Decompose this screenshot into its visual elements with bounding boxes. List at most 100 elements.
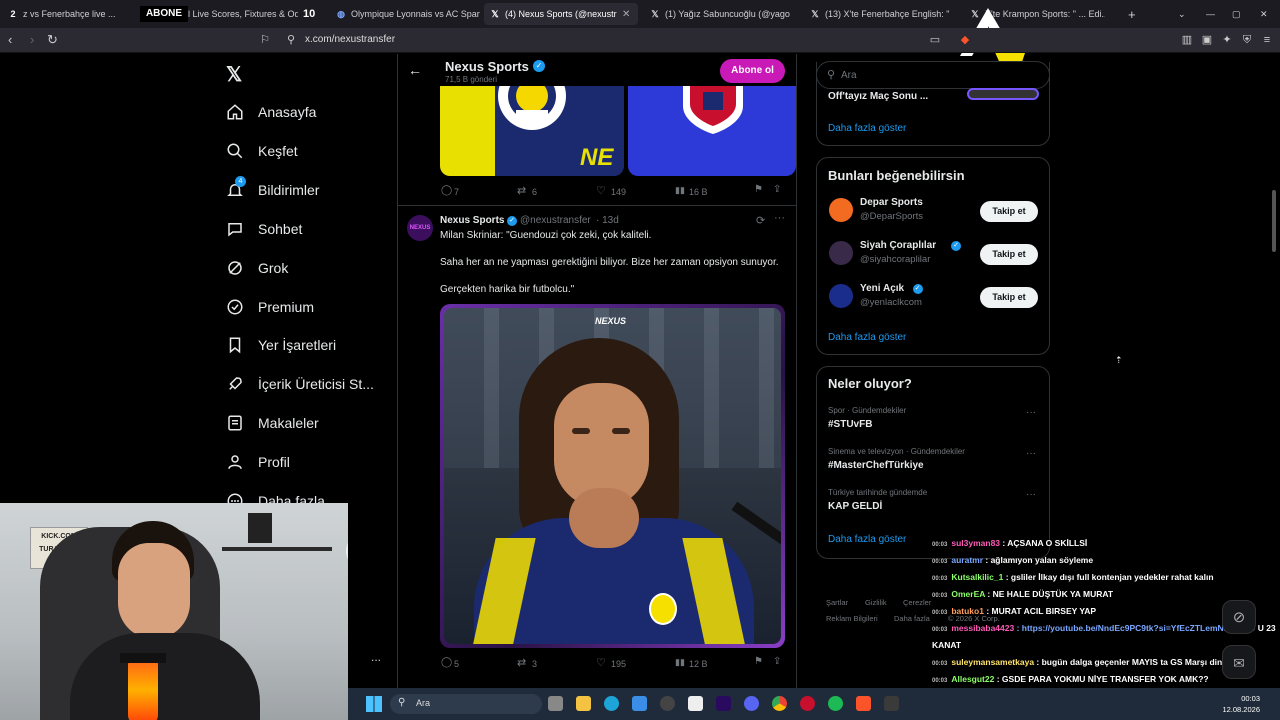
- views-icon[interactable]: ▮▮: [675, 657, 685, 668]
- capcut-icon[interactable]: [688, 696, 703, 711]
- chat-username[interactable]: OmerEA: [951, 589, 985, 599]
- author-avatar[interactable]: NEXUS: [407, 215, 433, 241]
- reload-icon[interactable]: ↻: [47, 32, 58, 48]
- bookmark-icon[interactable]: ⚑: [754, 656, 763, 667]
- new-tab-button[interactable]: +: [1122, 3, 1140, 25]
- suggestion-avatar[interactable]: [829, 241, 853, 265]
- footer-link[interactable]: Şartlar: [826, 598, 848, 607]
- back-icon[interactable]: ‹: [8, 32, 12, 47]
- close-window-icon[interactable]: ✕: [1254, 3, 1270, 25]
- chat-username[interactable]: suleymansametkaya: [951, 657, 1034, 667]
- sidebar-more-dots[interactable]: ...: [371, 650, 381, 664]
- sidebar-item-bell[interactable]: 4 Bildirimler: [226, 175, 319, 204]
- vpn-icon[interactable]: ⛨: [1240, 33, 1254, 47]
- trend-more-icon[interactable]: ···: [1026, 407, 1036, 418]
- site-info-icon[interactable]: ⚲: [284, 33, 298, 47]
- follow-button[interactable]: Takip et: [980, 244, 1038, 265]
- tweet-author-handle[interactable]: @nexustransfer: [520, 215, 591, 226]
- sidebar-item-rocket[interactable]: İçerik Üreticisi St...: [226, 370, 374, 398]
- sidebar-item-chat[interactable]: Sohbet: [226, 215, 302, 243]
- sidebar-item-home[interactable]: Anasayfa: [226, 98, 316, 126]
- taskbar-date[interactable]: 12.08.2026: [1200, 705, 1260, 714]
- close-tab-icon[interactable]: ✕: [622, 9, 630, 20]
- sidebar-item-article[interactable]: Makaleler: [226, 409, 319, 437]
- discord-icon[interactable]: [744, 696, 759, 711]
- bookmark-icon[interactable]: ⚑: [754, 184, 763, 195]
- like-icon[interactable]: ♡: [596, 184, 606, 197]
- sidebar-item-search[interactable]: Keşfet: [226, 137, 298, 165]
- tab-list-icon[interactable]: ⌄: [1172, 3, 1188, 25]
- task-view-icon[interactable]: [548, 696, 563, 711]
- share-icon[interactable]: ⇪: [773, 656, 781, 667]
- like-icon[interactable]: ♡: [596, 656, 606, 669]
- chrome-icon[interactable]: [772, 696, 787, 711]
- show-more-link[interactable]: Daha fazla göster: [828, 534, 906, 545]
- sidebar-toggle-icon[interactable]: ▥: [1180, 33, 1194, 47]
- sidebar-item-grok[interactable]: Grok: [226, 254, 288, 282]
- x-chat-float-icon[interactable]: ✉: [1222, 645, 1256, 679]
- browser-tab-active[interactable]: 𝕏 (4) Nexus Sports (@nexustransf... ✕: [484, 3, 638, 25]
- taskbar-search[interactable]: ⚲ Ara: [390, 694, 542, 714]
- more-options-icon[interactable]: ···: [774, 212, 785, 224]
- tweet-image-guendouzi[interactable]: NEXUS: [440, 304, 785, 648]
- menu-icon[interactable]: ≡: [1260, 33, 1274, 47]
- footer-link[interactable]: Gizlilik: [865, 598, 887, 607]
- retweet-icon[interactable]: ⇄: [517, 656, 526, 669]
- wallet-icon[interactable]: ▣: [1200, 33, 1214, 47]
- maximize-icon[interactable]: ▢: [1226, 3, 1242, 25]
- back-arrow-icon[interactable]: ←: [408, 62, 422, 78]
- views-icon[interactable]: ▮▮: [675, 185, 685, 196]
- brave-icon[interactable]: [856, 696, 871, 711]
- footer-link[interactable]: Reklam Bilgileri: [826, 614, 878, 623]
- reply-icon[interactable]: ◯: [441, 185, 452, 196]
- suggestion-avatar[interactable]: [829, 284, 853, 308]
- chat-username[interactable]: messibaba4423: [951, 623, 1014, 633]
- browser-tab[interactable]: 𝕏 (13) X'te Fenerbahçe English: "He al..…: [804, 3, 962, 25]
- suggestion-name[interactable]: Depar Sports: [860, 197, 923, 208]
- bookmark-page-icon[interactable]: ⚐: [258, 33, 272, 47]
- tweet-author-name[interactable]: Nexus Sports: [440, 215, 504, 226]
- browser-tab[interactable]: ◍ Olympique Lyonnais vs AC Sparta P: [330, 3, 480, 25]
- edge-icon[interactable]: [604, 696, 619, 711]
- forward-icon[interactable]: ›: [30, 32, 34, 47]
- retweet-icon[interactable]: ⇄: [517, 184, 526, 197]
- subscribe-button[interactable]: Abone ol: [720, 59, 785, 83]
- page-scrollbar[interactable]: [1272, 190, 1276, 252]
- follow-button[interactable]: Takip et: [980, 287, 1038, 308]
- app-icon[interactable]: [884, 696, 899, 711]
- follow-button[interactable]: Takip et: [980, 201, 1038, 222]
- chat-username[interactable]: Kutsalkilic_1: [951, 572, 1003, 582]
- chat-username[interactable]: auratmr: [951, 555, 983, 565]
- share-icon[interactable]: ⇪: [773, 184, 781, 195]
- suggestion-avatar[interactable]: [829, 198, 853, 222]
- file-explorer-icon[interactable]: [576, 696, 591, 711]
- url-field[interactable]: x.com/nexustransfer: [305, 34, 395, 45]
- tweet-image-fenerbahce[interactable]: NE: [440, 86, 624, 176]
- footer-link[interactable]: Çerezler: [903, 598, 931, 607]
- x-logo[interactable]: 𝕏: [226, 62, 242, 87]
- chat-username[interactable]: Allesgut22: [951, 674, 994, 684]
- tweet-image-lyon[interactable]: [628, 86, 796, 176]
- spotify-icon[interactable]: [828, 696, 843, 711]
- chat-username[interactable]: batuko1: [951, 606, 984, 616]
- premiere-icon[interactable]: [716, 696, 731, 711]
- sidebar-item-profile[interactable]: Profil: [226, 448, 290, 476]
- leo-ai-icon[interactable]: ✦: [1220, 33, 1234, 47]
- cast-icon[interactable]: ▭: [928, 33, 942, 47]
- x-grok-float-icon[interactable]: ⊘: [1222, 600, 1256, 634]
- show-more-link[interactable]: Daha fazla göster: [828, 123, 906, 134]
- minimize-icon[interactable]: —: [1200, 3, 1216, 25]
- trend-name[interactable]: #STUvFB: [828, 419, 872, 430]
- sidebar-item-bookmark[interactable]: Yer İşaretleri: [226, 331, 336, 359]
- trend-more-icon[interactable]: ···: [1026, 448, 1036, 459]
- app-icon[interactable]: [660, 696, 675, 711]
- sidebar-item-premium[interactable]: Premium: [226, 293, 314, 321]
- start-icon[interactable]: [366, 696, 382, 712]
- show-more-link[interactable]: Daha fazla göster: [828, 332, 906, 343]
- footer-link[interactable]: Daha fazla: [894, 614, 930, 623]
- browser-tab[interactable]: 𝕏 (1) Yağız Sabuncuoğlu (@yagosabu...: [644, 3, 802, 25]
- trend-more-icon[interactable]: ···: [1026, 489, 1036, 500]
- suggestion-name[interactable]: Yeni Açık: [860, 283, 904, 294]
- tweet-time[interactable]: · 13d: [596, 215, 619, 226]
- suggestion-name[interactable]: Siyah Çoraplılar: [860, 240, 936, 251]
